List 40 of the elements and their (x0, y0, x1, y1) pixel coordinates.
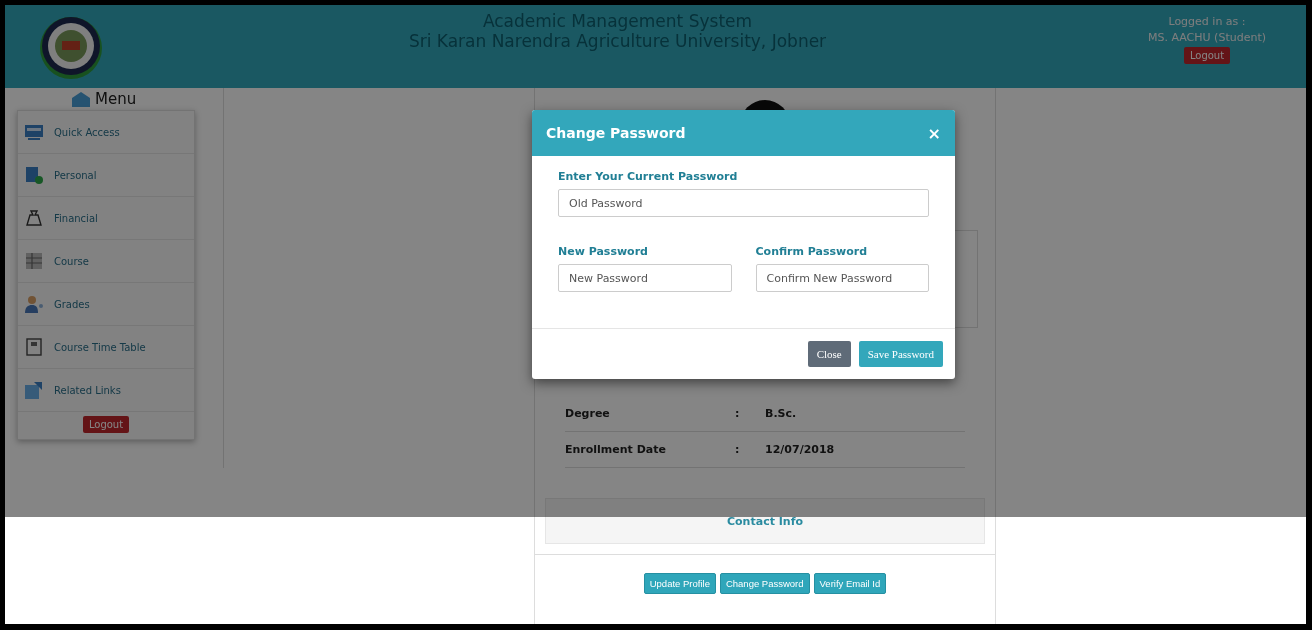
monitor-icon (24, 122, 44, 142)
document-icon (24, 165, 44, 185)
menu-item[interactable]: Course Time Table (18, 326, 194, 369)
user-icon (24, 294, 44, 314)
profile-action-button[interactable]: Update Profile (643, 573, 716, 594)
save-button[interactable]: Save Password (858, 341, 943, 367)
close-button[interactable]: Close (807, 341, 851, 367)
field-label: New Password (558, 245, 649, 258)
field-label: Enrollment Date (565, 443, 667, 456)
grid-icon (24, 251, 44, 271)
bag-icon (24, 208, 44, 228)
menu-title: Menu (95, 90, 137, 108)
menu-item[interactable]: Course (18, 240, 194, 283)
profile-action-button[interactable]: Verify Email Id (813, 573, 887, 594)
logged-in-label: Logged in as : (1168, 15, 1246, 28)
separator: : (735, 407, 741, 420)
menu-item[interactable]: Personal (18, 154, 194, 197)
menu-item[interactable]: Related Links (18, 369, 194, 412)
separator: : (735, 443, 741, 456)
field-label: Enter Your Current Password (558, 170, 739, 183)
current-password-field[interactable]: Old Password (558, 189, 929, 217)
field-value: 12/07/2018 (765, 443, 836, 456)
confirm-password-field[interactable]: Confirm New Password (755, 264, 929, 292)
dialog-title: Change Password (546, 125, 686, 141)
logout-button[interactable]: Logout (82, 416, 130, 433)
menu-item[interactable]: Financial (18, 197, 194, 240)
home-icon (71, 91, 91, 107)
menu-item[interactable]: Grades (18, 283, 194, 326)
user-name: MS. AACHU (Student) (1148, 31, 1266, 44)
field-label: Degree (565, 407, 611, 420)
new-password-field[interactable]: New Password (558, 264, 732, 292)
close-button[interactable]: × (927, 123, 941, 143)
field-value: B.Sc. (765, 407, 798, 420)
contact-info-header: Contact Info (545, 498, 985, 544)
logout-button[interactable]: Logout (1183, 47, 1231, 64)
link-icon (24, 380, 44, 400)
calendar-icon (24, 337, 44, 357)
field-label: Confirm Password (755, 245, 869, 258)
profile-action-button[interactable]: Change Password (719, 573, 810, 594)
menu-item[interactable]: Quick Access (18, 111, 194, 154)
